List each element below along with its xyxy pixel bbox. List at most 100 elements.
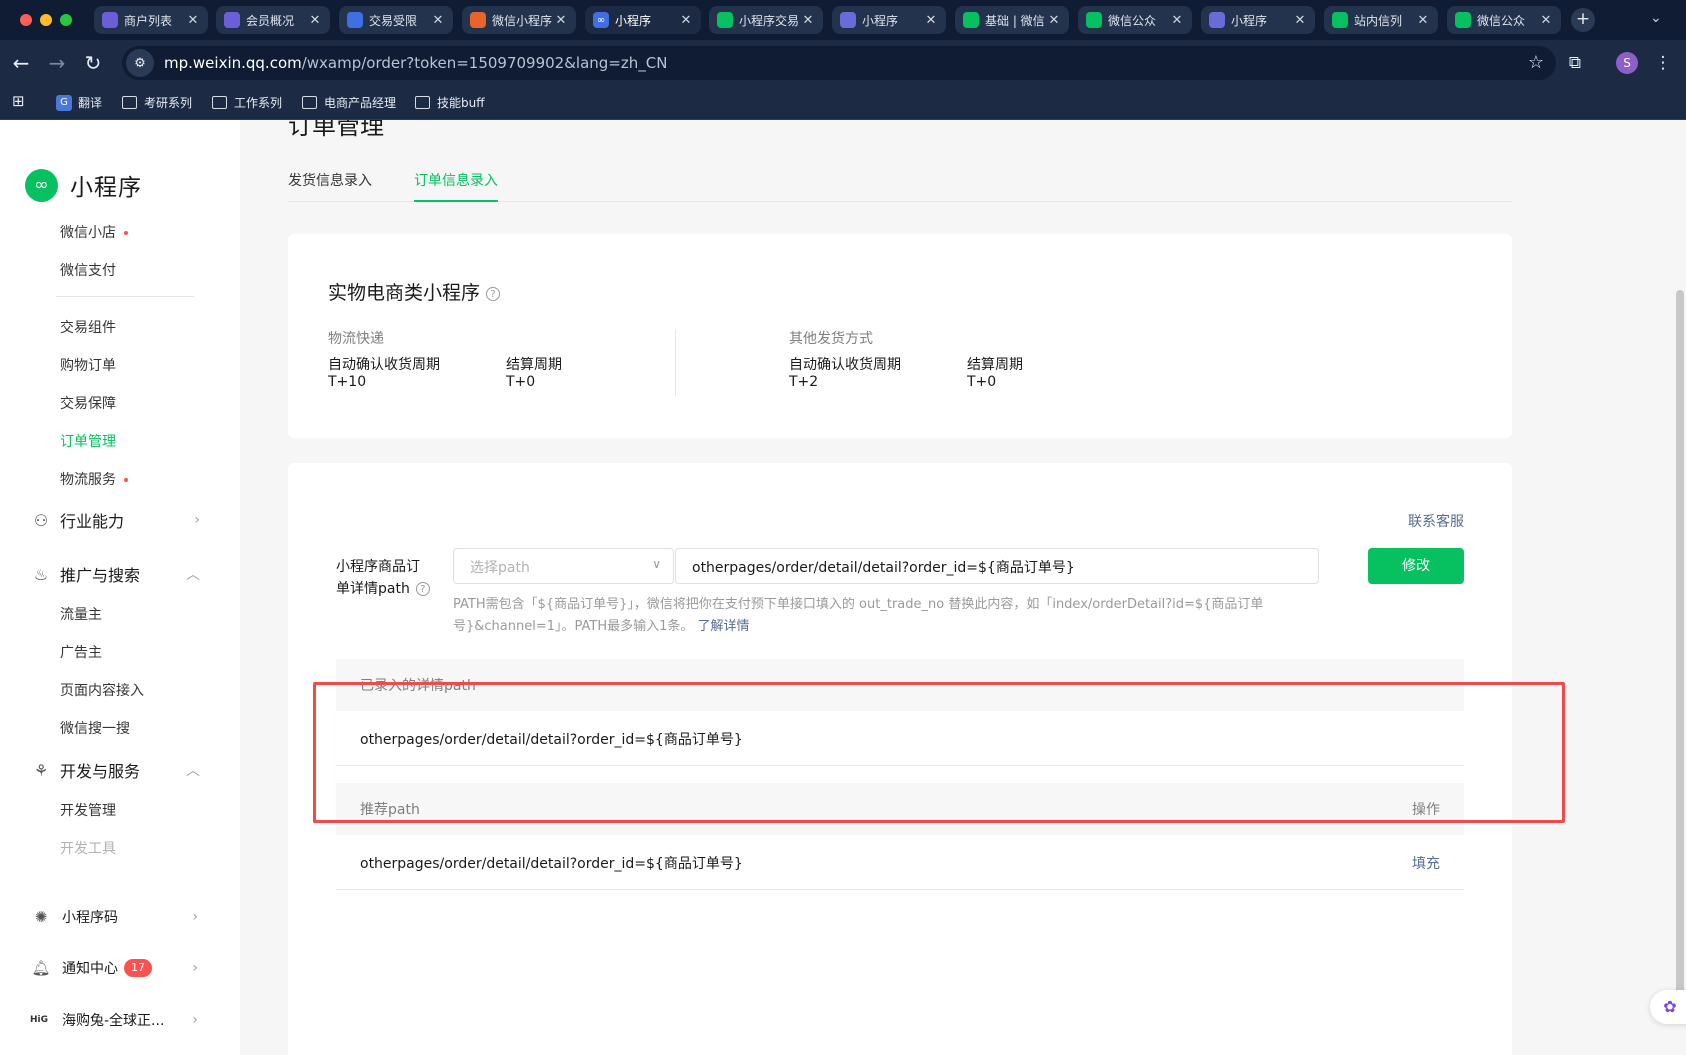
folder-icon <box>302 96 317 109</box>
path-form-label: 小程序商品订 单详情path? <box>336 556 436 600</box>
minimize-window-button[interactable] <box>40 14 52 26</box>
browser-tab[interactable]: 站内信列 ✕ <box>1324 6 1438 34</box>
browser-tab[interactable]: 小程序交易 ✕ <box>709 6 823 34</box>
path-select[interactable]: 选择path ∨ <box>453 548 674 584</box>
close-icon[interactable]: ✕ <box>1170 13 1184 28</box>
profile-avatar[interactable]: S <box>1616 52 1638 74</box>
browser-tab[interactable]: 基础 | 微信 ✕ <box>955 6 1069 34</box>
notification-dot <box>124 231 128 235</box>
apps-grid-icon[interactable]: ⊞ <box>12 92 25 110</box>
menu-dots-icon[interactable]: ⋮ <box>1650 50 1676 76</box>
tab-favicon <box>470 12 486 28</box>
sidebar-item-dev-management[interactable]: 开发管理 <box>60 800 116 820</box>
extensions-icon[interactable]: ⧉ <box>1562 50 1588 76</box>
close-icon[interactable]: ✕ <box>186 13 200 28</box>
tab-shipping-info[interactable]: 发货信息录入 <box>288 170 372 202</box>
sidebar-item-advertiser[interactable]: 广告主 <box>60 642 102 662</box>
maximize-window-button[interactable] <box>60 14 72 26</box>
close-icon[interactable]: ✕ <box>1539 13 1553 28</box>
path-form-row: 小程序商品订 单详情path? 选择path ∨ otherpages/orde… <box>336 548 1464 644</box>
miniprogram-logo-icon: ∞ <box>25 168 58 202</box>
close-icon[interactable]: ✕ <box>924 13 938 28</box>
sidebar: ∞ 小程序 微信小店 微信支付 交易组件 购物订单 交易保障 订单管理 物流服务… <box>0 120 240 1055</box>
sidebar-group-promotion[interactable]: ♨ 推广与搜索 ︿ <box>30 562 200 586</box>
browser-tab[interactable]: 小程序 ✕ <box>832 6 946 34</box>
sidebar-item-wechat-store[interactable]: 微信小店 <box>60 222 128 242</box>
close-icon[interactable]: ✕ <box>1293 13 1307 28</box>
sidebar-item-trade-component[interactable]: 交易组件 <box>60 317 116 337</box>
google-translate-icon: G <box>56 94 72 111</box>
sidebar-item-logistics[interactable]: 物流服务 <box>60 469 128 489</box>
sidebar-item-qrcode[interactable]: ✺ 小程序码 › <box>30 907 198 927</box>
help-icon[interactable]: ? <box>415 582 430 596</box>
page-scrollbar[interactable] <box>1676 290 1684 1004</box>
modify-button[interactable]: 修改 <box>1368 548 1464 584</box>
chevron-right-icon: › <box>192 960 198 976</box>
browser-tab[interactable]: 微信公众 ✕ <box>1447 6 1561 34</box>
browser-tab[interactable]: 微信公众 ✕ <box>1078 6 1192 34</box>
close-window-button[interactable] <box>20 14 32 26</box>
logistics-heading: 物流快递 <box>328 331 384 347</box>
site-settings-icon[interactable]: ⚙ <box>126 49 154 77</box>
bookmark-translate[interactable]: G 翻译 <box>56 94 102 111</box>
bookmark-folder[interactable]: 电商产品经理 <box>302 94 396 111</box>
address-toolbar: ← → ↻ ⚙ mp.weixin.qq.com/wxamp/order?tok… <box>0 40 1686 86</box>
sidebar-item-account[interactable]: HiG 海购兔-全球正... › <box>30 1010 198 1030</box>
tab-favicon <box>1332 12 1348 28</box>
sidebar-item-traffic-owner[interactable]: 流量主 <box>60 604 102 624</box>
back-arrow-icon[interactable]: ← <box>8 50 34 76</box>
browser-tab[interactable]: 小程序 ✕ <box>1201 6 1315 34</box>
browser-tab-active[interactable]: ∞ 小程序 ✕ <box>585 6 701 34</box>
close-icon[interactable]: ✕ <box>679 13 693 28</box>
tab-favicon <box>1209 12 1225 28</box>
browser-tab[interactable]: 会员概况 ✕ <box>216 6 330 34</box>
bell-icon: 🔔︎ <box>31 959 51 977</box>
sidebar-item-wechat-search[interactable]: 微信搜一搜 <box>60 718 130 738</box>
auto-confirm-label: 自动确认收货周期 <box>789 357 901 373</box>
bookmark-folder[interactable]: 考研系列 <box>122 94 192 111</box>
app-logo[interactable]: ∞ 小程序 <box>25 168 142 202</box>
sidebar-group-dev[interactable]: ⚘ 开发与服务 ︿ <box>30 758 200 782</box>
settlement-label: 结算周期 <box>506 357 562 373</box>
sidebar-item-notifications[interactable]: 🔔︎ 通知中心 17 › <box>30 958 198 978</box>
close-icon[interactable]: ✕ <box>1416 13 1430 28</box>
close-icon[interactable]: ✕ <box>308 13 322 28</box>
bookmark-folder[interactable]: 技能buff <box>415 94 485 111</box>
help-icon[interactable]: ? <box>486 286 501 301</box>
contact-support-link[interactable]: 联系客服 <box>1408 511 1464 531</box>
bookmark-folder[interactable]: 工作系列 <box>212 94 282 111</box>
close-icon[interactable]: ✕ <box>1047 13 1061 28</box>
assistant-brain-icon[interactable]: ✿ <box>1650 990 1686 1024</box>
sidebar-item-trade-guarantee[interactable]: 交易保障 <box>60 393 116 413</box>
tab-search-chevron-icon[interactable]: ⌄ <box>1650 10 1662 26</box>
browser-tab[interactable]: 交易受限 ✕ <box>339 6 453 34</box>
bookmark-star-icon[interactable]: ☆ <box>1528 52 1544 73</box>
sidebar-item-wechat-pay[interactable]: 微信支付 <box>60 260 116 280</box>
sidebar-item-order-management[interactable]: 订单管理 <box>60 431 116 451</box>
close-icon[interactable]: ✕ <box>431 13 445 28</box>
close-icon[interactable]: ✕ <box>554 13 568 28</box>
card-title: 实物电商类小程序? <box>328 278 501 305</box>
sidebar-group-industry[interactable]: ⚇ 行业能力 › <box>30 508 200 532</box>
auto-confirm-value: T+2 <box>789 374 819 390</box>
path-hint: PATH需包含「${商品订单号}」，微信将把你在支付预下单接口填入的 out_t… <box>453 597 1264 634</box>
sidebar-item-page-content[interactable]: 页面内容接入 <box>60 680 144 700</box>
browser-tab[interactable]: 商户列表 ✕ <box>94 6 208 34</box>
notification-count-badge: 17 <box>124 959 152 977</box>
tab-order-info[interactable]: 订单信息录入 <box>414 170 498 202</box>
reload-icon[interactable]: ↻ <box>80 50 106 76</box>
forward-arrow-icon[interactable]: → <box>44 50 70 76</box>
fill-link[interactable]: 填充 <box>1412 853 1440 873</box>
url-bar[interactable]: ⚙ mp.weixin.qq.com/wxamp/order?token=150… <box>122 46 1556 80</box>
sidebar-item-dev-tools[interactable]: 开发工具 <box>60 838 116 858</box>
close-icon[interactable]: ✕ <box>801 13 815 28</box>
new-tab-button[interactable]: + <box>1571 8 1595 32</box>
learn-more-link[interactable]: 了解详情 <box>698 619 750 634</box>
path-input[interactable]: otherpages/order/detail/detail?order_id=… <box>675 548 1319 584</box>
browser-tab[interactable]: 微信小程序 ✕ <box>462 6 576 34</box>
sidebar-item-shopping-orders[interactable]: 购物订单 <box>60 355 116 375</box>
tab-favicon <box>1086 12 1102 28</box>
chevron-right-icon: › <box>192 909 198 925</box>
chevron-up-icon: ︿ <box>186 763 200 779</box>
url-path: /wxamp/order?token=1509709902&lang=zh_CN <box>301 54 668 72</box>
